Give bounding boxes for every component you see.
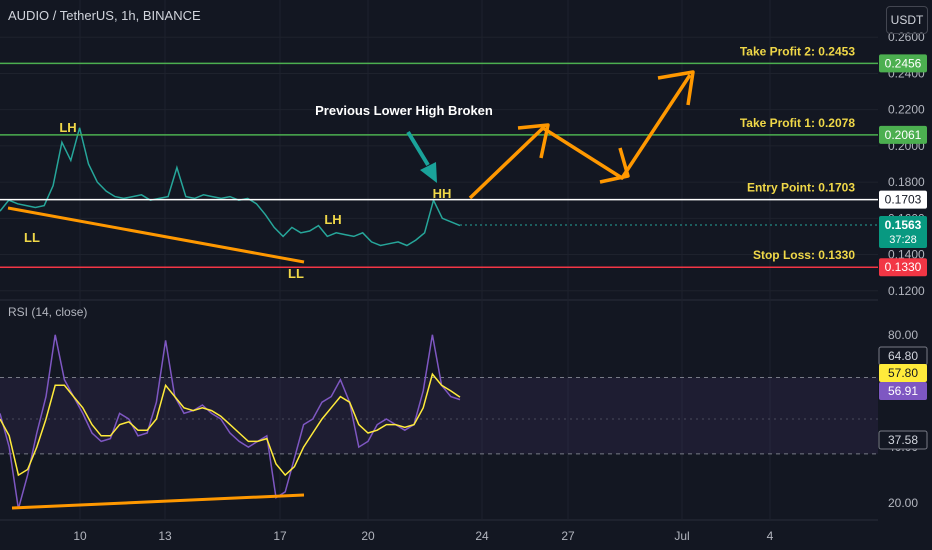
level-label: Take Profit 2: 0.2453 <box>740 44 855 58</box>
pivot-label: LH <box>59 120 76 135</box>
price-tick-label: 0.1200 <box>888 284 925 298</box>
rsi-value-tag-text: 37.58 <box>888 433 918 447</box>
pivot-label: HH <box>433 186 452 201</box>
price-tick-label: 0.2200 <box>888 103 925 117</box>
pivot-label: LH <box>324 212 341 227</box>
chart-canvas[interactable]: 10 13 17 20 24 27 Jul 40.26000.24000.22000.2000… <box>0 0 932 550</box>
x-tick-label: 27 <box>561 529 575 543</box>
level-price-tag-text: 0.1703 <box>885 193 922 207</box>
x-tick-label: 17 <box>273 529 287 543</box>
rsi-value-tag-text: 57.80 <box>888 366 918 380</box>
currency-button[interactable]: USDT <box>886 6 928 34</box>
annotation-note: Previous Lower High Broken <box>315 103 493 118</box>
x-tick-label: Jul <box>674 529 689 543</box>
current-price-text: 0.1563 <box>885 218 922 232</box>
symbol-title: AUDIO / TetherUS, 1h, BINANCE <box>8 8 201 23</box>
rsi-value-tag-text: 64.80 <box>888 349 918 363</box>
x-tick-label: 4 <box>767 529 774 543</box>
level-price-tag-text: 0.2061 <box>885 128 922 142</box>
x-tick-label: 20 <box>361 529 375 543</box>
teal-arrow-head <box>420 162 437 183</box>
level-label: Stop Loss: 0.1330 <box>753 248 855 262</box>
rsi-tick-label: 20.00 <box>888 496 918 510</box>
teal-arrow-shaft <box>406 130 430 167</box>
level-price-tag-text: 0.2456 <box>885 56 922 70</box>
level-label: Take Profit 1: 0.2078 <box>740 116 855 130</box>
rsi-value-tag-text: 56.91 <box>888 384 918 398</box>
rsi-title: RSI (14, close) <box>8 305 88 319</box>
x-tick-label: 10 <box>73 529 87 543</box>
rsi-band-fill <box>0 377 878 454</box>
level-label: Entry Point: 0.1703 <box>747 181 855 195</box>
pivot-label: LL <box>24 230 40 245</box>
countdown-text: 37:28 <box>889 234 917 246</box>
rsi-tick-label: 80.00 <box>888 328 918 342</box>
pivot-label: LL <box>288 266 304 281</box>
price-tick-label: 0.1800 <box>888 175 925 189</box>
projection-path <box>468 74 692 200</box>
x-tick-label: 24 <box>475 529 489 543</box>
trendline-lower-lows <box>7 206 305 264</box>
level-price-tag-text: 0.1330 <box>885 260 922 274</box>
rsi-divergence-line <box>11 493 305 510</box>
x-tick-label: 13 <box>158 529 172 543</box>
